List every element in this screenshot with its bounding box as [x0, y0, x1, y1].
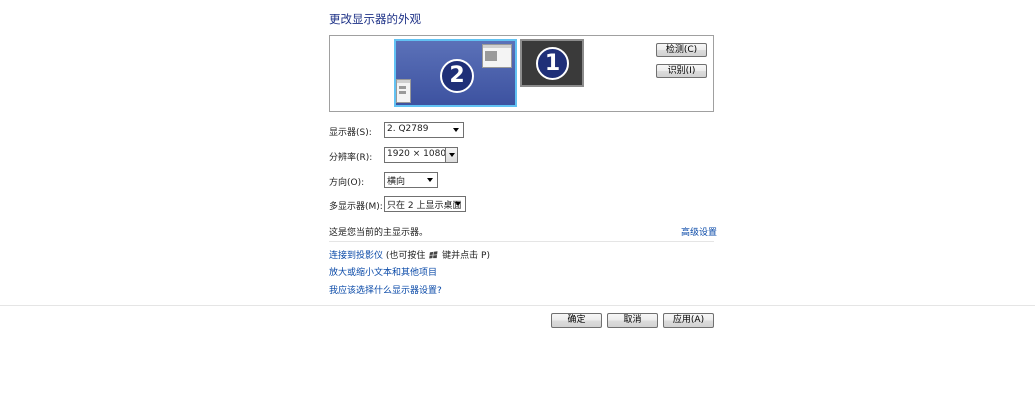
footer-divider [0, 305, 1035, 306]
connect-projector-link[interactable]: 连接到投影仪 [329, 251, 383, 261]
which-setting-link[interactable]: 我应该选择什么显示器设置? [329, 283, 442, 296]
multiple-displays-select-value: 只在 2 上显示桌面 [387, 201, 462, 211]
resolution-label: 分辨率(R): [329, 153, 373, 163]
monitor-arrangement-panel: 2 1 检测(C) 识别(I) [329, 35, 714, 112]
projector-hint-post: 键并点击 P) [442, 251, 490, 261]
windows-logo-icon [429, 251, 438, 259]
chevron-down-icon [427, 178, 433, 182]
cancel-button[interactable]: 取消 [607, 313, 658, 328]
display-select-value: 2. Q2789 [387, 124, 429, 134]
monitor-number-label: 1 [536, 47, 569, 80]
taskbar-thumbnail-icon [396, 79, 411, 103]
orientation-label: 方向(O): [329, 178, 365, 188]
identify-button[interactable]: 识别(I) [656, 64, 707, 78]
multiple-displays-label: 多显示器(M): [329, 202, 383, 212]
page-title: 更改显示器的外观 [329, 12, 421, 26]
chevron-down-icon [449, 153, 455, 157]
detect-button[interactable]: 检测(C) [656, 43, 707, 57]
section-divider [329, 241, 714, 242]
chevron-down-icon [453, 128, 459, 132]
multiple-displays-select[interactable]: 只在 2 上显示桌面 [384, 196, 466, 212]
monitor-2-tile[interactable]: 2 [394, 39, 517, 107]
text-size-link[interactable]: 放大或缩小文本和其他项目 [329, 265, 437, 278]
advanced-settings-link[interactable]: 高级设置 [681, 225, 717, 238]
orientation-select[interactable]: 横向 [384, 172, 438, 188]
chevron-down-icon [455, 202, 461, 206]
display-select[interactable]: 2. Q2789 [384, 122, 464, 138]
projector-hint-pre: (也可按住 [385, 251, 426, 261]
resolution-select-value: 1920 × 1080 [387, 149, 447, 159]
main-display-note: 这是您当前的主显示器。 [329, 228, 429, 238]
display-label: 显示器(S): [329, 128, 372, 138]
resolution-dropdown-button[interactable] [445, 148, 457, 162]
monitor-1-tile[interactable]: 1 [520, 39, 584, 87]
ok-button[interactable]: 确定 [551, 313, 602, 328]
projector-row: 连接到投影仪 (也可按住 键并点击 P) [329, 248, 490, 261]
monitor-number-label: 2 [440, 59, 474, 93]
apply-button[interactable]: 应用(A) [663, 313, 714, 328]
window-thumbnail-icon [482, 44, 512, 68]
orientation-select-value: 横向 [387, 177, 406, 187]
resolution-select[interactable]: 1920 × 1080 [384, 147, 458, 163]
